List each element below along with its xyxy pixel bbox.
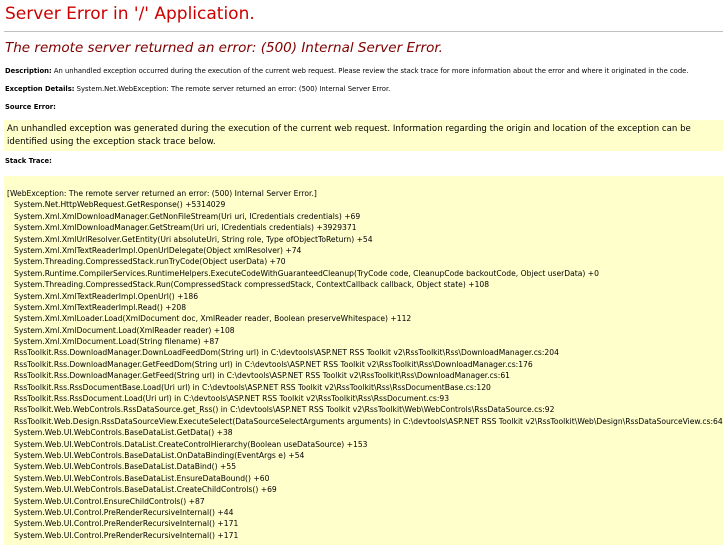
stack-trace-frame: RssToolkit.Web.WebControls.RssDataSource… — [14, 405, 555, 415]
title-divider — [4, 31, 723, 32]
stack-trace-frame: System.Web.UI.WebControls.BaseDataList.D… — [14, 462, 237, 472]
description-text: An unhandled exception occurred during t… — [51, 67, 689, 75]
stack-trace-frame: System.Xml.XmlDownloadManager.GetStream(… — [14, 223, 357, 233]
stack-trace-frame: System.Xml.XmlDocument.Load(String filen… — [14, 337, 220, 347]
stack-trace-frame: RssToolkit.Rss.DownloadManager.GetFeedDo… — [14, 359, 533, 369]
stack-trace-frame: RssToolkit.Rss.RssDocument.Load(Uri url)… — [14, 394, 450, 404]
stack-trace-heading: Stack Trace: — [5, 157, 52, 165]
stack-trace-frame: RssToolkit.Web.Design.RssDataSourceView.… — [14, 416, 723, 426]
stack-trace-frame: System.Web.UI.Control.EnsureChildControl… — [14, 496, 205, 506]
stack-trace-frame: System.Web.UI.Control.PreRenderRecursive… — [14, 530, 239, 540]
source-error-box: An unhandled exception was generated dur… — [4, 120, 723, 151]
stack-trace-frame: System.Xml.XmlDocument.Load(XmlReader re… — [14, 325, 235, 335]
stack-trace-frame: System.Web.UI.WebControls.DataList.Creat… — [14, 439, 368, 449]
stack-trace-frame: System.Web.UI.Control.PreRenderRecursive… — [14, 507, 234, 517]
stack-trace-box: [WebException: The remote server returne… — [4, 176, 723, 545]
stack-trace-frame: RssToolkit.Rss.DownloadManager.GetFeed(S… — [14, 371, 510, 381]
stack-trace-frame: System.Threading.CompressedStack.runTryC… — [14, 257, 286, 267]
stack-trace-lines: [WebException: The remote server returne… — [4, 188, 723, 541]
exception-details-paragraph: Exception Details: System.Net.WebExcepti… — [5, 84, 390, 94]
error-subtitle: The remote server returned an error: (50… — [5, 40, 443, 56]
exception-details-label: Exception Details: — [5, 85, 75, 93]
page-title: Server Error in '/' Application. — [5, 4, 255, 24]
stack-trace-frame: System.Web.UI.WebControls.BaseDataList.E… — [14, 473, 270, 483]
description-paragraph: Description: An unhandled exception occu… — [5, 66, 688, 76]
stack-trace-frame: RssToolkit.Rss.DownloadManager.DownLoadF… — [14, 348, 559, 358]
stack-trace-frame: System.Threading.CompressedStack.Run(Com… — [14, 280, 490, 290]
source-error-heading: Source Error: — [5, 103, 56, 111]
stack-trace-frame: System.Web.UI.WebControls.BaseDataList.O… — [14, 450, 305, 460]
stack-trace-exception-line: [WebException: The remote server returne… — [7, 189, 317, 198]
stack-trace-frame: System.Runtime.CompilerServices.RuntimeH… — [14, 268, 600, 278]
stack-trace-frame: System.Xml.XmlTextReaderImpl.OpenUrlDele… — [14, 245, 302, 255]
stack-trace-frame: System.Web.UI.WebControls.BaseDataList.C… — [14, 485, 277, 495]
stack-trace-frame: System.Xml.XmlTextReaderImpl.OpenUrl() +… — [14, 291, 199, 301]
stack-trace-frame: RssToolkit.Rss.RssDocumentBase.Load(Uri … — [14, 382, 491, 392]
stack-trace-frame: System.Web.UI.Control.PreRenderRecursive… — [14, 519, 239, 529]
source-error-text: An unhandled exception was generated dur… — [7, 124, 691, 147]
stack-trace-frame: System.Xml.XmlTextReaderImpl.Read() +208 — [14, 302, 187, 312]
stack-trace-frame: System.Xml.XmlLoader.Load(XmlDocument do… — [14, 314, 412, 324]
description-label: Description: — [5, 67, 52, 75]
stack-trace-frame: System.Xml.XmlDownloadManager.GetNonFile… — [14, 211, 361, 221]
stack-trace-frame: System.Web.UI.WebControls.BaseDataList.G… — [14, 428, 233, 438]
exception-details-text: System.Net.WebException: The remote serv… — [74, 85, 391, 93]
error-page: Server Error in '/' Application. The rem… — [0, 0, 727, 545]
stack-trace-frame: System.Xml.XmlUrlResolver.GetEntity(Uri … — [14, 234, 373, 244]
stack-trace-frame: System.Net.HttpWebRequest.GetResponse() … — [14, 200, 226, 210]
